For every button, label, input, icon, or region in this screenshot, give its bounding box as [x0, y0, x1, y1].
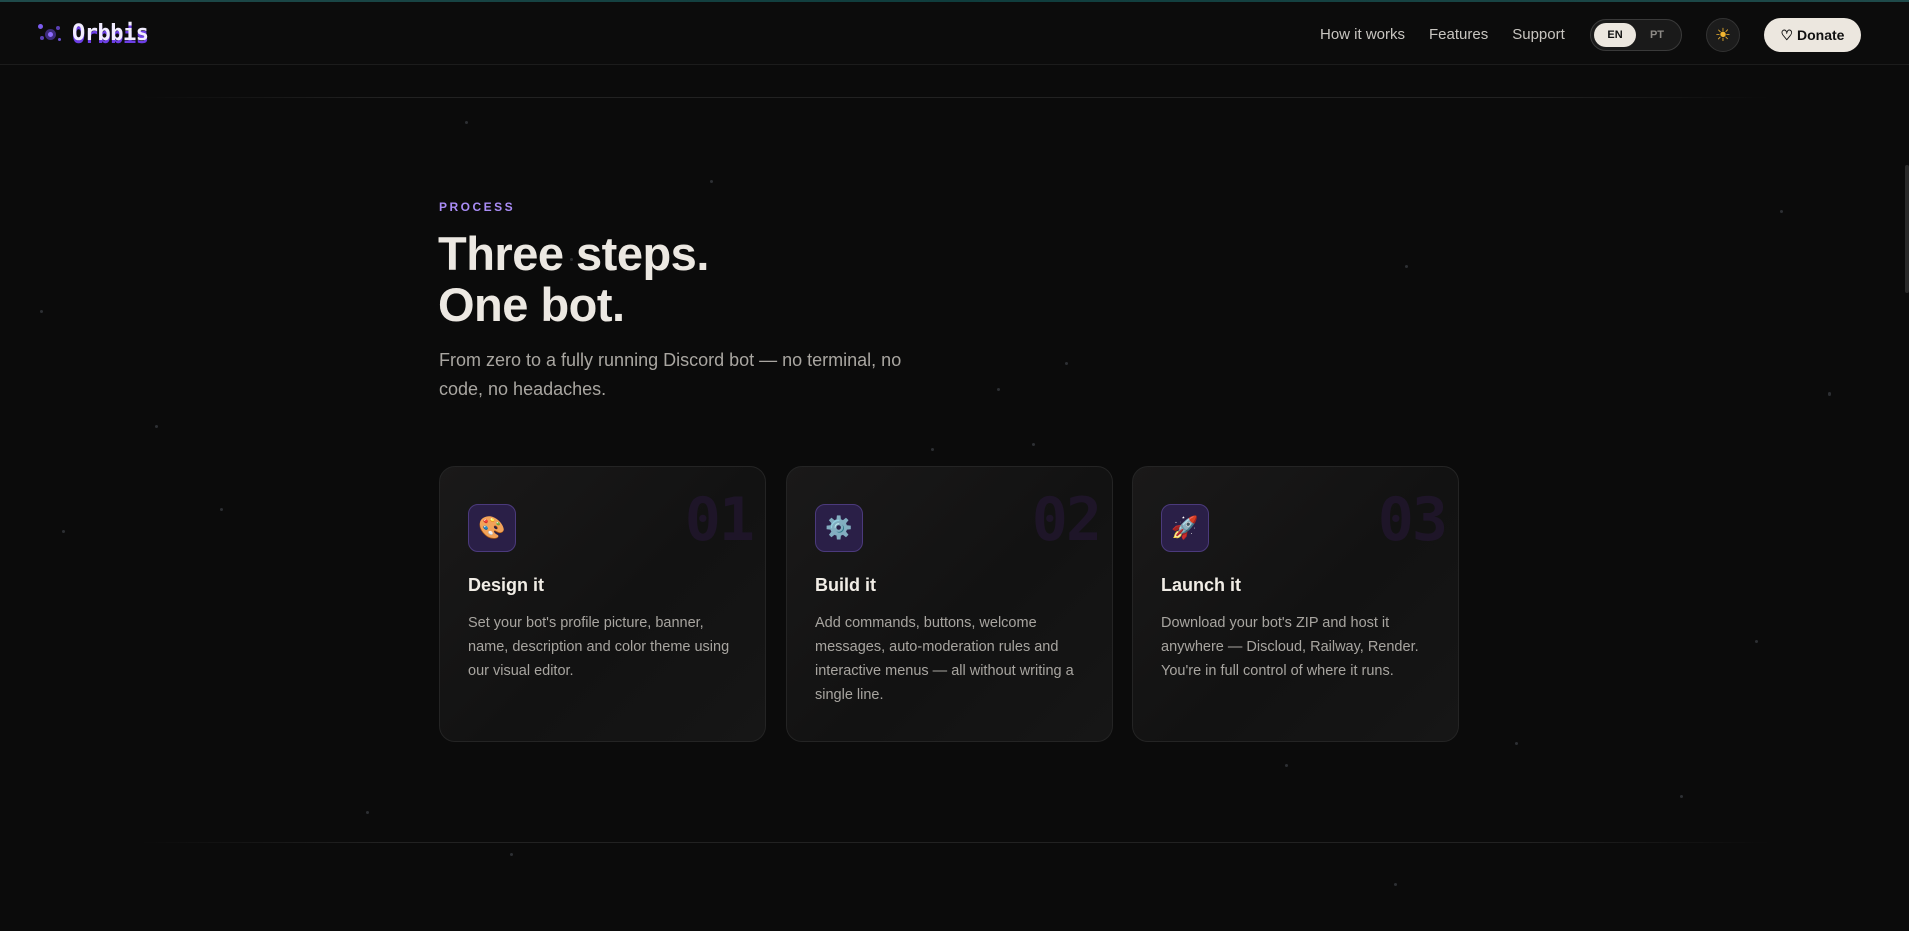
step-card-design: 01 🎨 Design it Set your bot's profile pi…: [439, 466, 766, 742]
gear-icon: ⚙️: [815, 504, 863, 552]
donate-button[interactable]: ♡ Donate: [1764, 18, 1861, 52]
step-title: Design it: [468, 575, 545, 595]
step-number: 01: [684, 485, 755, 555]
main-nav: How it works Features Support: [1320, 26, 1565, 43]
lang-option-pt[interactable]: PT: [1636, 23, 1678, 47]
step-number: 03: [1377, 485, 1448, 555]
nav-how-it-works[interactable]: How it works: [1320, 26, 1405, 43]
logo-text: Orbbis: [72, 20, 149, 46]
step-title: Launch it: [1161, 575, 1241, 595]
step-description: Download your bot's ZIP and host it anyw…: [1161, 615, 1419, 679]
section-subtext: From zero to a fully running Discord bot…: [439, 350, 902, 399]
step-card-launch: 03 🚀 Launch it Download your bot's ZIP a…: [1132, 466, 1459, 742]
nav-support[interactable]: Support: [1512, 26, 1565, 43]
lang-option-en[interactable]: EN: [1594, 23, 1636, 47]
step-number: 02: [1031, 485, 1102, 555]
step-description: Set your bot's profile picture, banner, …: [468, 615, 730, 679]
heading-line-1: Three steps.: [438, 227, 709, 280]
section-divider-bottom: [140, 842, 1770, 843]
step-description: Add commands, buttons, welcome messages,…: [815, 615, 1074, 703]
section-heading: Three steps. One bot.: [438, 228, 709, 330]
section-eyebrow: PROCESS: [439, 200, 516, 214]
sun-icon: ☀: [1714, 24, 1732, 45]
language-toggle[interactable]: EN PT: [1590, 19, 1682, 51]
heading-line-2: One bot.: [438, 278, 625, 331]
palette-icon: 🎨: [468, 504, 516, 552]
theme-toggle-button[interactable]: ☀: [1706, 18, 1740, 52]
site-header: Orbbis How it works Features Support EN …: [0, 2, 1909, 65]
page-scrollbar[interactable]: [1905, 165, 1909, 293]
section-divider-top: [140, 97, 1770, 98]
orbit-logo-icon: [36, 20, 64, 46]
rocket-icon: 🚀: [1161, 504, 1209, 552]
nav-features[interactable]: Features: [1429, 26, 1488, 43]
step-card-build: 02 ⚙️ Build it Add commands, buttons, we…: [786, 466, 1113, 742]
step-title: Build it: [815, 575, 876, 595]
logo[interactable]: Orbbis: [36, 20, 149, 46]
